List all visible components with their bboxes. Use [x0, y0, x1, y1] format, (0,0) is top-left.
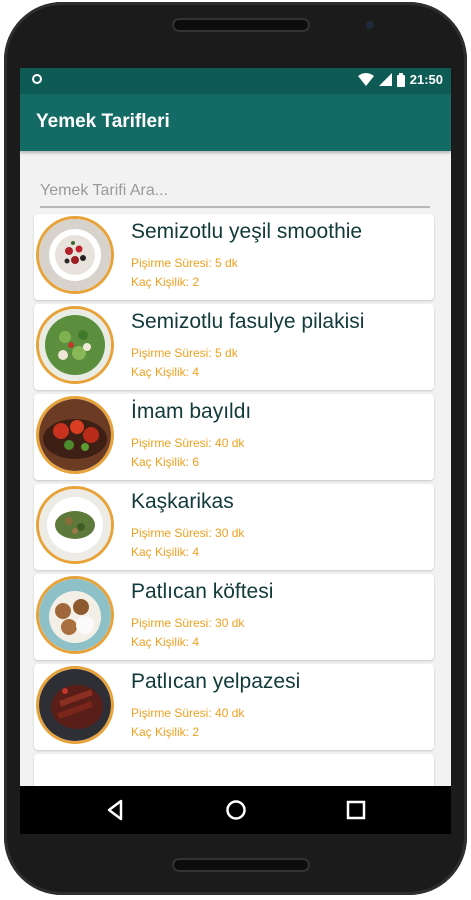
list-item[interactable]: Kaşkarikas Pişirme Süresi: 30 dk Kaç Kiş…	[34, 484, 434, 570]
battery-icon	[396, 72, 405, 87]
recipe-name: İmam bayıldı	[131, 400, 252, 423]
cooking-time: Pişirme Süresi: 5 dk	[131, 256, 238, 270]
status-bar: 21:50	[20, 68, 451, 94]
servings: Kaç Kişilik: 6	[131, 455, 200, 469]
list-item[interactable]: Patlıcan yelpazesi Pişirme Süresi: 40 dk…	[34, 664, 434, 750]
recipe-name: Patlıcan yelpazesi	[131, 670, 301, 693]
recipe-name: Patlıcan köftesi	[131, 580, 274, 603]
servings: Kaç Kişilik: 2	[131, 275, 200, 289]
recipe-name: Kaşkarikas	[131, 490, 234, 513]
cooking-time: Pişirme Süresi: 30 dk	[131, 616, 245, 630]
home-icon[interactable]	[224, 798, 248, 822]
recipe-thumbnail	[36, 576, 114, 654]
cooking-time: Pişirme Süresi: 30 dk	[131, 526, 245, 540]
list-item[interactable]: Semizotlu yeşil smoothie Pişirme Süresi:…	[34, 214, 434, 300]
app-bar: Yemek Tarifleri	[20, 94, 451, 151]
cooking-time: Pişirme Süresi: 5 dk	[131, 346, 238, 360]
status-icons: 21:50	[357, 72, 443, 87]
app-screen: 21:50 Yemek Tarifleri Semizotlu yeşil sm…	[20, 68, 451, 786]
front-camera	[366, 21, 374, 29]
servings: Kaç Kişilik: 2	[131, 725, 200, 739]
cooking-time: Pişirme Süresi: 40 dk	[131, 436, 245, 450]
recipe-thumbnail	[36, 666, 114, 744]
cooking-time: Pişirme Süresi: 40 dk	[131, 706, 245, 720]
recipe-thumbnail	[36, 306, 114, 384]
recipe-name: Semizotlu fasulye pilakisi	[131, 310, 365, 333]
servings: Kaç Kişilik: 4	[131, 635, 200, 649]
signal-icon	[378, 73, 392, 86]
list-item-partial[interactable]	[34, 754, 434, 786]
notification-icon	[32, 74, 42, 84]
list-item[interactable]: Semizotlu fasulye pilakisi Pişirme Süres…	[34, 304, 434, 390]
search-input[interactable]	[40, 176, 430, 208]
list-item[interactable]: Patlıcan köftesi Pişirme Süresi: 30 dk K…	[34, 574, 434, 660]
recents-icon[interactable]	[344, 798, 368, 822]
recipe-thumbnail	[36, 216, 114, 294]
app-title: Yemek Tarifleri	[36, 111, 170, 132]
servings: Kaç Kişilik: 4	[131, 545, 200, 559]
wifi-icon	[357, 73, 374, 86]
back-icon[interactable]	[104, 798, 128, 822]
recipe-thumbnail	[36, 486, 114, 564]
recipe-name: Semizotlu yeşil smoothie	[131, 220, 363, 243]
bottom-speaker	[172, 858, 310, 872]
clock: 21:50	[409, 72, 443, 87]
navigation-bar	[20, 786, 451, 834]
servings: Kaç Kişilik: 4	[131, 365, 200, 379]
earpiece-speaker	[172, 18, 310, 32]
recipe-thumbnail	[36, 396, 114, 474]
list-item[interactable]: İmam bayıldı Pişirme Süresi: 40 dk Kaç K…	[34, 394, 434, 480]
